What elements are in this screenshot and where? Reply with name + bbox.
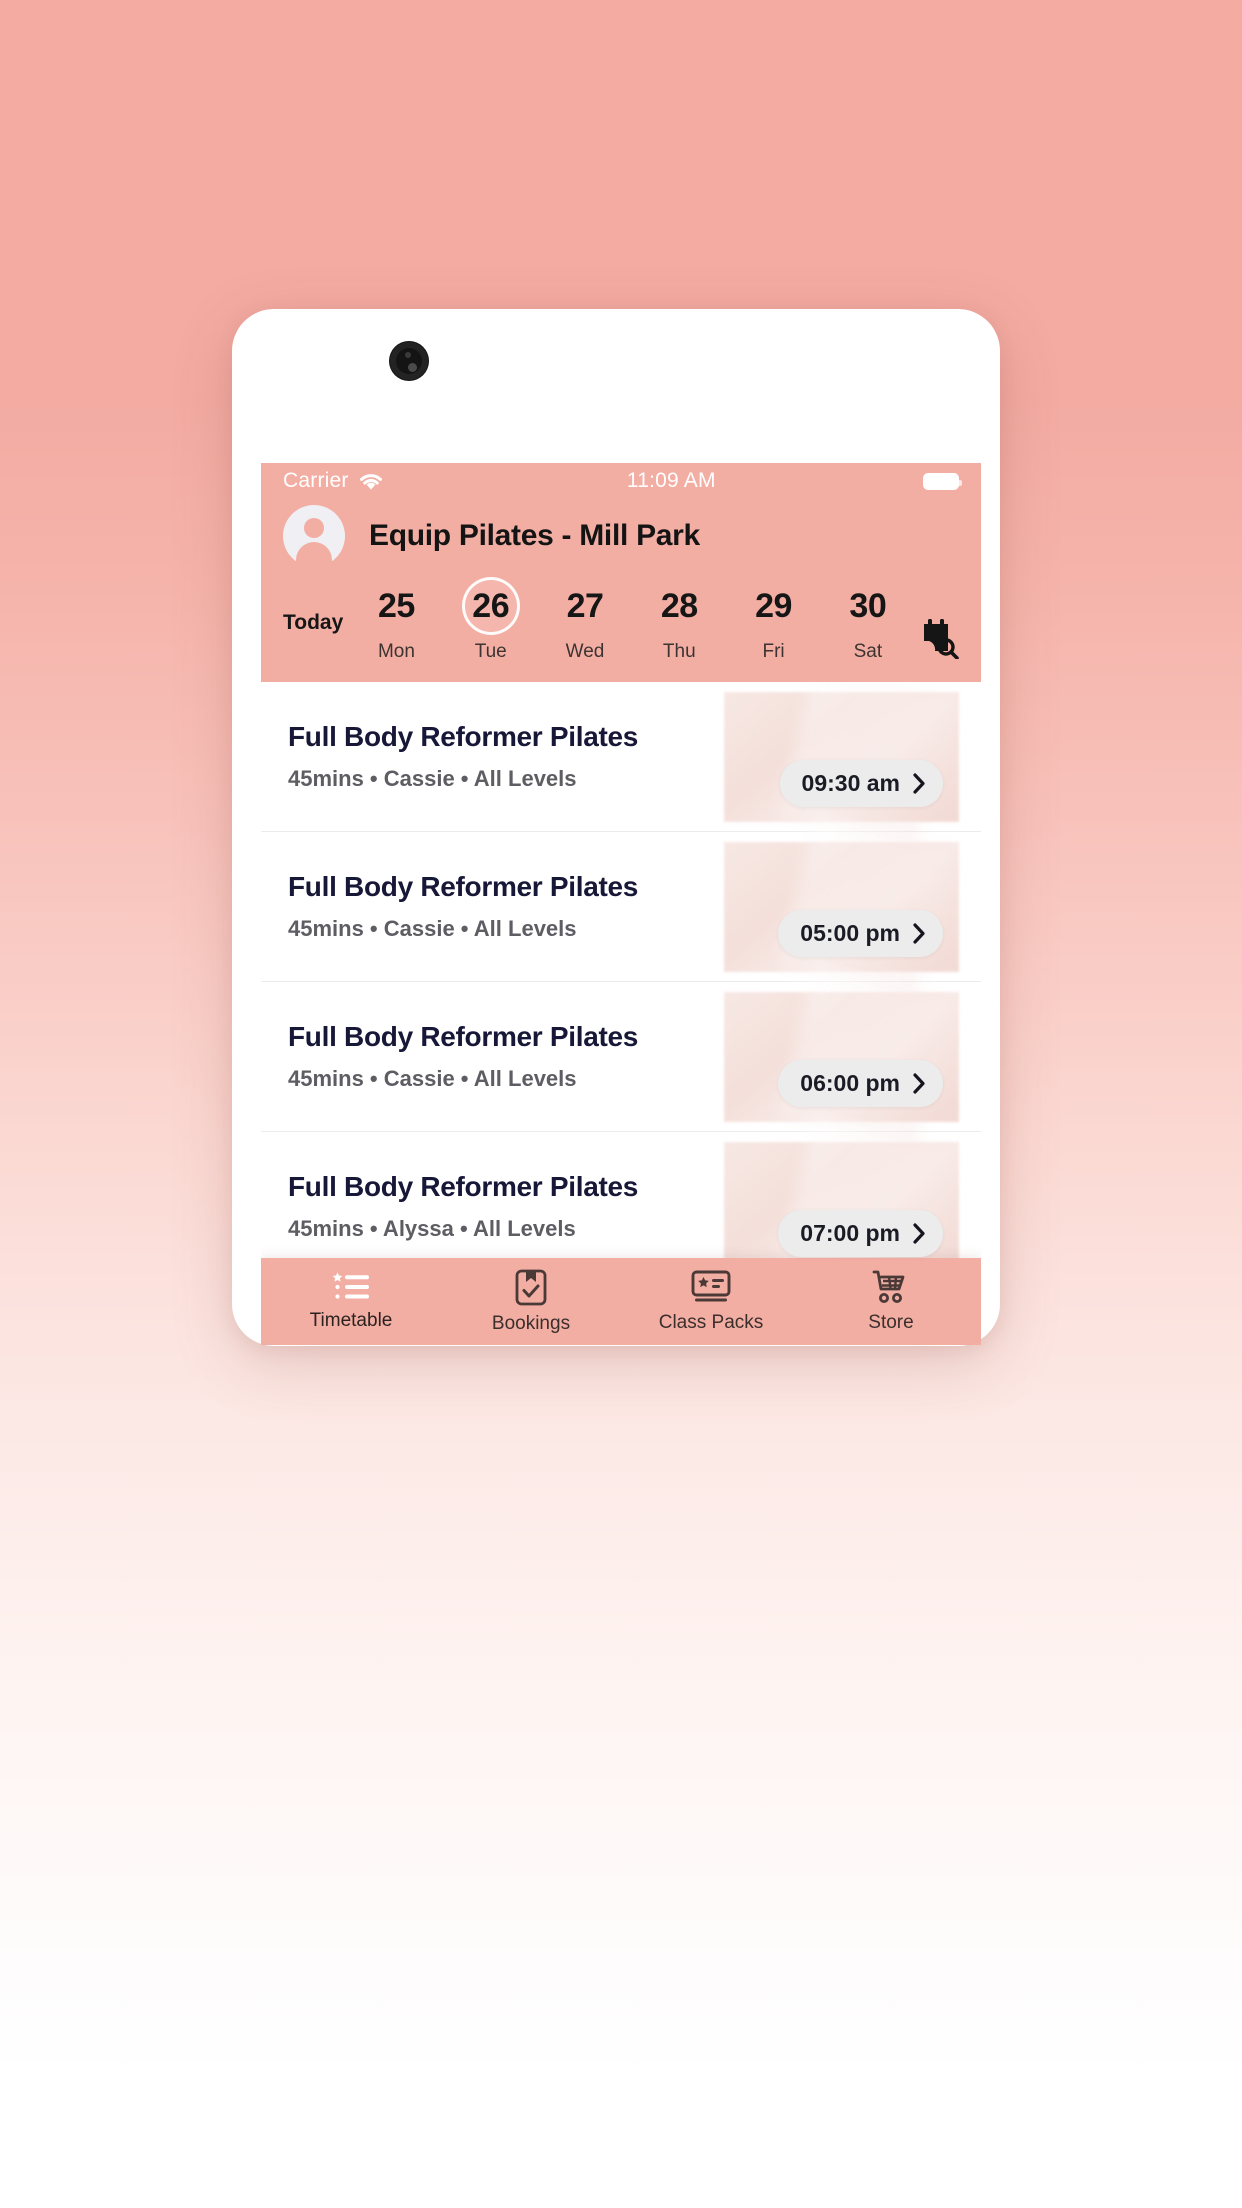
date-number: 25	[378, 587, 415, 625]
tab-bookings[interactable]: Bookings	[441, 1268, 621, 1335]
chevron-right-icon	[913, 1223, 925, 1244]
class-row-texts: Full Body Reformer Pilates 45mins • Alys…	[261, 1171, 638, 1242]
tab-label: Class Packs	[658, 1312, 764, 1333]
date-number: 28	[660, 587, 698, 625]
class-row[interactable]: Full Body Reformer Pilates 45mins • Cass…	[261, 832, 981, 982]
date-list: 25 Mon 26 Tue 27 Wed 28 Thu 29 Fri 30 Sa…	[343, 577, 915, 663]
date-cell-mon[interactable]: 25 Mon	[360, 577, 432, 663]
status-bar-right-spacer	[716, 472, 963, 490]
class-row-texts: Full Body Reformer Pilates 45mins • Cass…	[261, 871, 638, 942]
clipboard-check-icon	[515, 1269, 547, 1306]
class-row[interactable]: Full Body Reformer Pilates 45mins • Cass…	[261, 982, 981, 1132]
tab-bar: Timetable Bookings Class Packs Store	[261, 1258, 981, 1345]
class-row-texts: Full Body Reformer Pilates 45mins • Cass…	[261, 721, 638, 792]
chevron-right-icon	[913, 1073, 925, 1094]
date-number: 27	[566, 587, 604, 625]
date-cell-thu[interactable]: 28 Thu	[643, 577, 715, 663]
wifi-icon	[359, 473, 382, 490]
ticket-star-icon	[691, 1270, 731, 1302]
class-time-label: 05:00 pm	[800, 920, 900, 946]
shopping-cart-icon	[872, 1270, 905, 1303]
header-title-row: Equip Pilates - Mill Park	[261, 499, 981, 577]
list-star-icon	[332, 1272, 369, 1299]
battery-full-icon	[923, 472, 963, 490]
date-number: 26	[461, 577, 520, 635]
class-meta: 45mins • Cassie • All Levels	[288, 766, 577, 791]
page-title: Equip Pilates - Mill Park	[369, 519, 700, 552]
camera-lens-highlight	[405, 352, 411, 358]
class-time-label: 09:30 am	[801, 770, 900, 796]
user-avatar-icon[interactable]	[283, 505, 345, 570]
app-header: Carrier 11:09 AM Equip Pilates - Mill Pa…	[261, 463, 981, 682]
date-weekday: Tue	[474, 641, 507, 662]
date-weekday: Fri	[762, 641, 785, 662]
camera-lens-icon	[389, 341, 429, 381]
tab-class-packs[interactable]: Class Packs	[621, 1269, 801, 1334]
class-name: Full Body Reformer Pilates	[288, 1021, 639, 1052]
class-time-label: 07:00 pm	[800, 1220, 900, 1246]
date-weekday: Wed	[565, 641, 605, 662]
tab-label: Store	[868, 1312, 914, 1333]
chevron-right-icon	[913, 773, 925, 794]
app-screen: Carrier 11:09 AM Equip Pilates - Mill Pa…	[261, 463, 981, 1345]
date-strip: Today 25 Mon 26 Tue 27 Wed 28 Thu 29 Fri…	[261, 577, 981, 682]
tab-label: Timetable	[309, 1310, 393, 1331]
avatar-head	[304, 518, 324, 538]
tab-label: Bookings	[491, 1313, 571, 1334]
tab-timetable[interactable]: Timetable	[261, 1271, 441, 1332]
date-cell-sat[interactable]: 30 Sat	[832, 577, 904, 663]
class-time-button[interactable]: 09:30 am	[779, 760, 943, 807]
date-cell-fri[interactable]: 29 Fri	[738, 577, 810, 663]
avatar-body	[296, 542, 332, 570]
date-weekday: Thu	[662, 641, 696, 662]
carrier-label: Carrier	[283, 469, 349, 492]
status-bar-clock: 11:09 AM	[626, 469, 716, 492]
date-cell-wed[interactable]: 27 Wed	[549, 577, 621, 663]
carrier-block: Carrier	[283, 469, 384, 493]
class-time-button[interactable]: 07:00 pm	[778, 1210, 943, 1257]
date-number: 30	[849, 587, 887, 625]
class-time-button[interactable]: 06:00 pm	[778, 1060, 943, 1107]
date-weekday: Sat	[853, 641, 883, 662]
class-name: Full Body Reformer Pilates	[288, 1171, 639, 1202]
class-name: Full Body Reformer Pilates	[288, 871, 639, 902]
class-meta: 45mins • Cassie • All Levels	[288, 1066, 577, 1091]
camera-lens-secondary	[408, 363, 417, 372]
class-row-texts: Full Body Reformer Pilates 45mins • Cass…	[261, 1021, 638, 1092]
class-name: Full Body Reformer Pilates	[288, 721, 639, 752]
class-time-button[interactable]: 05:00 pm	[778, 910, 943, 957]
class-meta: 45mins • Cassie • All Levels	[288, 916, 577, 941]
date-cell-tue[interactable]: 26 Tue	[455, 577, 527, 663]
class-list[interactable]: Full Body Reformer Pilates 45mins • Cass…	[261, 682, 981, 1345]
class-time-label: 06:00 pm	[800, 1070, 900, 1096]
today-label: Today	[283, 611, 344, 634]
class-meta: 45mins • Alyssa • All Levels	[288, 1216, 576, 1241]
class-row[interactable]: Full Body Reformer Pilates 45mins • Cass…	[261, 682, 981, 832]
tab-store[interactable]: Store	[801, 1269, 981, 1334]
date-weekday: Mon	[377, 641, 415, 662]
chevron-right-icon	[913, 923, 925, 944]
status-bar: Carrier 11:09 AM	[261, 463, 981, 499]
date-number: 29	[755, 587, 792, 625]
calendar-search-icon[interactable]	[915, 577, 967, 664]
